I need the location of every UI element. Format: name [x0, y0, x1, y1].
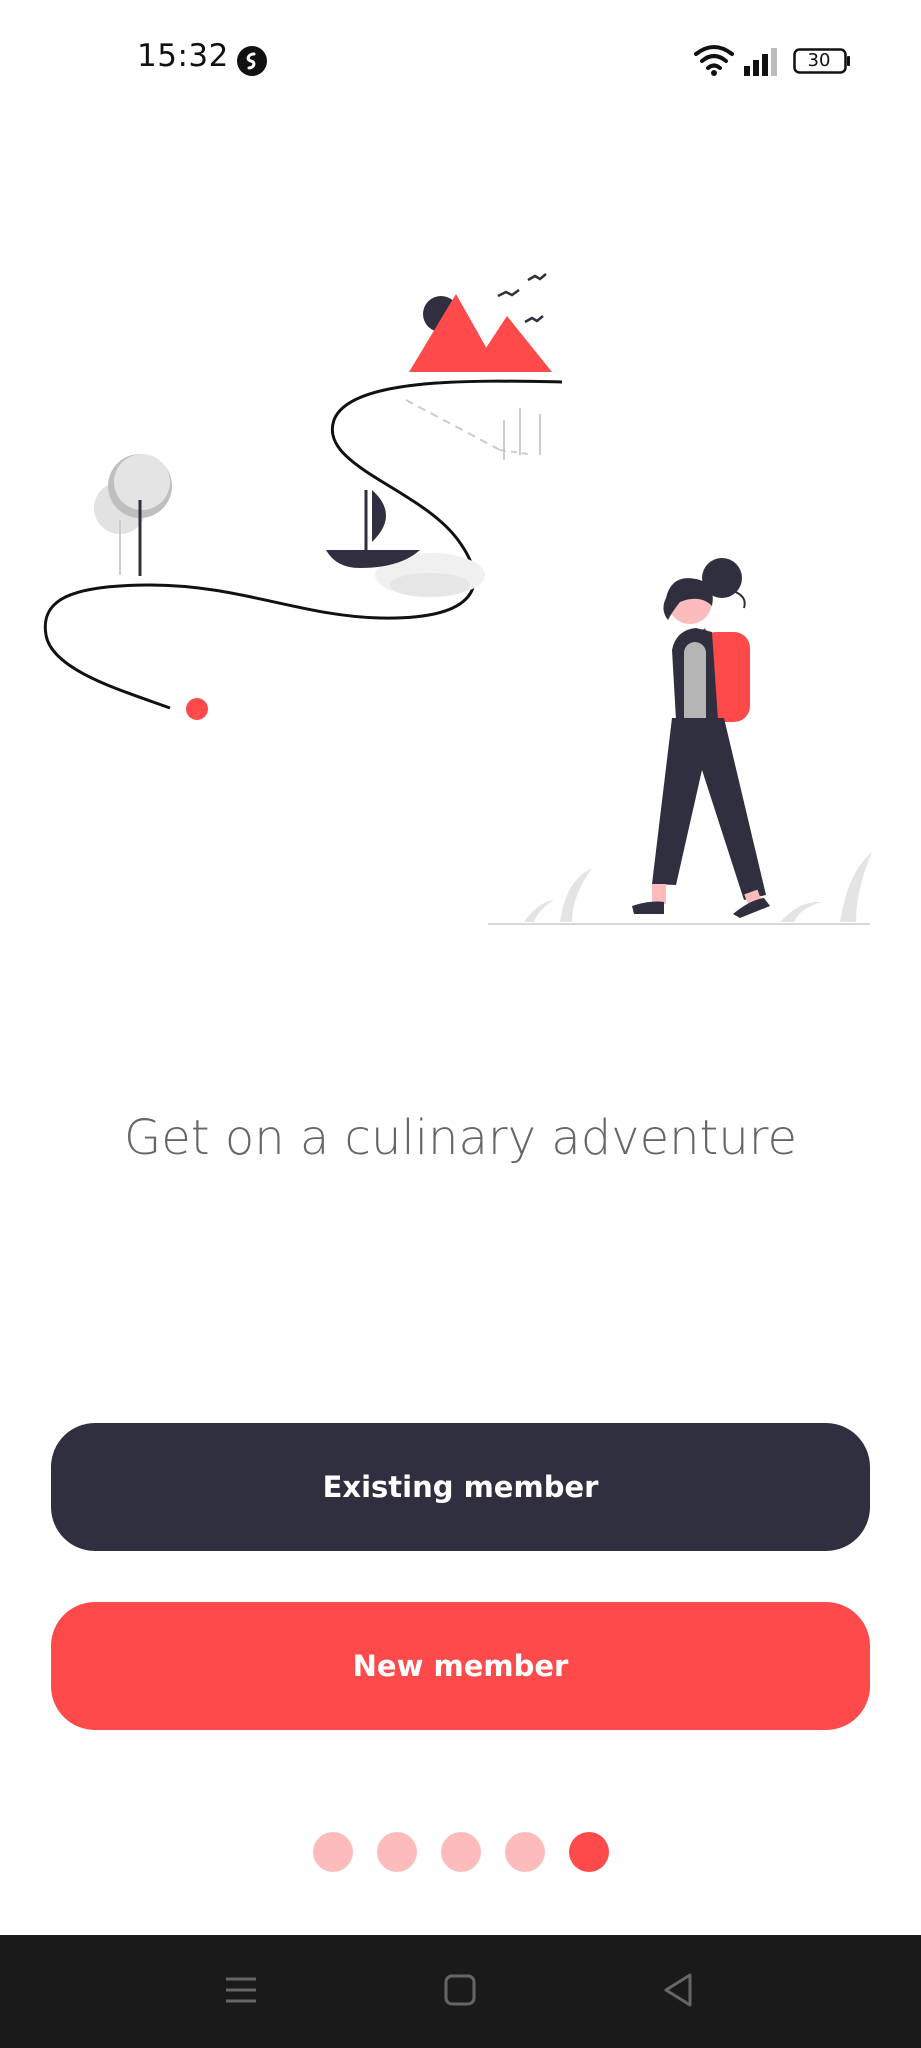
left-trees: [94, 454, 172, 576]
page-dot[interactable]: [440, 1832, 481, 1872]
hiker-figure: [632, 558, 770, 918]
cell-signal-icon: [744, 48, 777, 76]
menu-icon[interactable]: [216, 1965, 266, 2015]
system-nav-bar: [0, 1935, 921, 2048]
adventure-illustration: [43, 273, 872, 925]
headline: Get on a culinary adventure: [124, 1110, 797, 1166]
path-start-dot: [186, 698, 208, 720]
mountain-scene: [409, 273, 552, 372]
distant-trees: [405, 399, 541, 460]
winding-path: [43, 379, 563, 710]
page-dot-active[interactable]: [568, 1832, 609, 1872]
back-triangle-icon[interactable]: [654, 1965, 704, 2015]
battery-level: 30: [807, 50, 831, 71]
status-bar: 15:32 30: [0, 0, 921, 120]
onboarding-screen: 15:32 30 Get on a culinary adventure Exi…: [0, 0, 921, 2048]
new-member-button[interactable]: New member: [51, 1602, 870, 1730]
page-dot[interactable]: [504, 1832, 545, 1872]
grass: [524, 852, 872, 922]
wifi-icon: [694, 45, 734, 76]
page-indicator: [0, 1832, 921, 1872]
home-square-icon[interactable]: [435, 1965, 485, 2015]
shazam-icon: [237, 46, 267, 76]
status-time: 15:32: [137, 38, 229, 74]
page-dot[interactable]: [312, 1832, 353, 1872]
page-dot[interactable]: [376, 1832, 417, 1872]
existing-member-button[interactable]: Existing member: [51, 1423, 870, 1551]
